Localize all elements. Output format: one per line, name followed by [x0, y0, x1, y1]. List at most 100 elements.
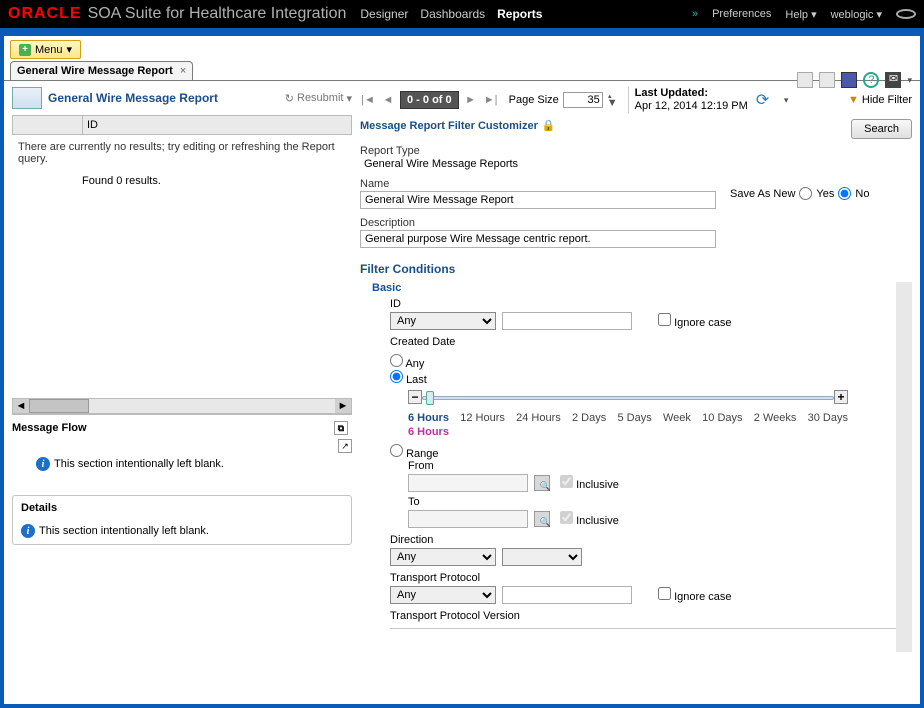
message-flow-header: Message Flow ⧉ — [12, 421, 352, 435]
slider-thumb[interactable] — [426, 391, 434, 405]
slider-plus-icon[interactable]: + — [834, 390, 848, 404]
date-any-radio-row[interactable]: Any — [390, 358, 424, 370]
pager-first-icon[interactable]: |◄ — [360, 92, 376, 108]
content-chrome: + Menu ▾ ? ✉ ▾ General Wire Message Repo… — [0, 28, 924, 708]
save-as-no-radio[interactable] — [838, 187, 851, 200]
name-input[interactable] — [360, 191, 716, 209]
message-flow-blank: i This section intentionally left blank. — [12, 453, 352, 471]
slider-tick-labels: 6 Hours 12 Hours 24 Hours 2 Days 5 Days … — [408, 412, 848, 424]
id-ignore-case-checkbox[interactable] — [658, 313, 671, 326]
to-inclusive-checkbox — [560, 511, 573, 524]
spinner-icon[interactable]: ▲▼ — [607, 94, 618, 106]
disk-icon[interactable] — [841, 72, 857, 88]
description-label: Description — [360, 217, 912, 229]
user-menu[interactable]: weblogic ▾ — [831, 8, 882, 21]
details-title: Details — [21, 502, 343, 514]
col-id-header[interactable]: ID — [83, 116, 351, 134]
search-button[interactable]: Search — [851, 119, 912, 139]
date-range-radio[interactable] — [390, 444, 403, 457]
nav-dashboards[interactable]: Dashboards — [420, 7, 485, 21]
hide-filter-button[interactable]: ▼ Hide Filter — [848, 94, 912, 106]
document-tabs: General Wire Message Report × — [4, 61, 920, 81]
close-tab-icon[interactable]: × — [180, 65, 186, 77]
help-menu[interactable]: Help ▾ — [785, 8, 816, 21]
nav-reports[interactable]: Reports — [497, 7, 542, 21]
pager: |◄ ◄ 0 - 0 of 0 ► ►| Page Size ▲▼ — [360, 91, 618, 109]
found-results-text: Found 0 results. — [12, 171, 352, 187]
menu-button[interactable]: + Menu ▾ — [10, 40, 81, 59]
from-input — [408, 474, 528, 492]
resubmit-button[interactable]: ↻ Resubmit ▾ — [285, 92, 352, 105]
date-any-radio[interactable] — [390, 354, 403, 367]
scroll-left-icon[interactable]: ◄ — [13, 399, 29, 413]
scroll-down-icon[interactable]: ▼ — [896, 636, 912, 652]
save-as-yes-radio[interactable] — [799, 187, 812, 200]
pager-last-icon[interactable]: ►| — [483, 92, 499, 108]
nav-designer[interactable]: Designer — [360, 7, 408, 21]
refresh-icon[interactable]: ⟳ — [756, 90, 776, 110]
horizontal-scrollbar[interactable]: ◄ ► — [12, 398, 352, 414]
report-header: General Wire Message Report ↻ Resubmit ▾ — [12, 87, 352, 109]
col-checkbox[interactable] — [13, 116, 83, 134]
direction-value-select[interactable] — [502, 548, 582, 566]
plus-icon: + — [19, 44, 31, 56]
scroll-up-icon[interactable]: ▲ — [896, 282, 912, 298]
divider — [390, 628, 896, 630]
app-header: ORACLE SOA Suite for Healthcare Integrat… — [0, 0, 924, 28]
details-blank: i This section intentionally left blank. — [21, 520, 343, 538]
to-datepicker-icon[interactable] — [534, 511, 550, 527]
slider-minus-icon[interactable]: − — [408, 390, 422, 404]
slider-track[interactable] — [422, 396, 834, 400]
to-label: To — [408, 496, 896, 508]
scroll-thumb[interactable] — [896, 298, 912, 322]
direction-operator-select[interactable]: Any — [390, 548, 496, 566]
restore-icon[interactable]: ⧉ — [334, 421, 348, 435]
doc-tab-general-wire[interactable]: General Wire Message Report × — [10, 61, 193, 80]
report-type-value: General Wire Message Reports — [360, 158, 912, 170]
id-value-input[interactable] — [502, 312, 632, 330]
help-icon[interactable]: ? — [863, 72, 879, 88]
from-inclusive-checkbox — [560, 475, 573, 488]
transport-protocol-label: Transport Protocol — [390, 572, 896, 584]
email-icon[interactable]: ✉ — [885, 72, 901, 88]
resubmit-icon: ↻ — [285, 92, 294, 105]
preferences-link[interactable]: Preferences — [712, 8, 771, 20]
from-datepicker-icon[interactable] — [534, 475, 550, 491]
save-icon[interactable] — [819, 72, 835, 88]
date-range-radio-row[interactable]: Range — [390, 448, 438, 460]
report-title: General Wire Message Report — [48, 91, 218, 105]
transport-protocol-input[interactable] — [502, 586, 632, 604]
name-label: Name — [360, 178, 720, 190]
direction-label: Direction — [390, 534, 896, 546]
oracle-logo: ORACLE — [8, 5, 82, 23]
time-slider[interactable]: − + — [408, 390, 848, 408]
info-icon: i — [36, 457, 50, 471]
expand-icon[interactable]: ↗ — [338, 439, 352, 453]
date-last-radio-row[interactable]: Last — [390, 374, 427, 386]
open-icon[interactable] — [797, 72, 813, 88]
back-forward-icon[interactable]: » — [692, 8, 698, 20]
pager-prev-icon[interactable]: ◄ — [380, 92, 396, 108]
date-last-radio[interactable] — [390, 370, 403, 383]
pager-next-icon[interactable]: ► — [463, 92, 479, 108]
id-label: ID — [390, 298, 896, 310]
chevron-down-icon[interactable]: ▾ — [907, 75, 912, 86]
description-input[interactable] — [360, 230, 716, 248]
transport-protocol-operator-select[interactable]: Any — [390, 586, 496, 604]
lock-icon: 🔒 — [542, 119, 556, 132]
results-panel: ID There are currently no results; try e… — [12, 115, 352, 415]
pager-toolbar: |◄ ◄ 0 - 0 of 0 ► ►| Page Size ▲▼ Last U… — [360, 87, 912, 113]
filter-header: Message Report Filter Customizer 🔒 Searc… — [360, 119, 912, 139]
created-date-label: Created Date — [390, 336, 896, 348]
report-type-label: Report Type — [360, 145, 912, 157]
details-panel: Details i This section intentionally lef… — [12, 495, 352, 545]
vertical-scrollbar[interactable]: ▲ ▼ — [896, 282, 912, 652]
scroll-right-icon[interactable]: ► — [335, 399, 351, 413]
to-input — [408, 510, 528, 528]
scroll-thumb[interactable] — [29, 399, 89, 413]
id-operator-select[interactable]: Any — [390, 312, 496, 330]
transport-protocol-ignore-case-checkbox[interactable] — [658, 587, 671, 600]
chevron-down-icon[interactable]: ▾ — [784, 95, 789, 106]
page-size-input[interactable] — [563, 92, 603, 108]
last-updated: Last Updated: Apr 12, 2014 12:19 PM — [628, 87, 748, 113]
